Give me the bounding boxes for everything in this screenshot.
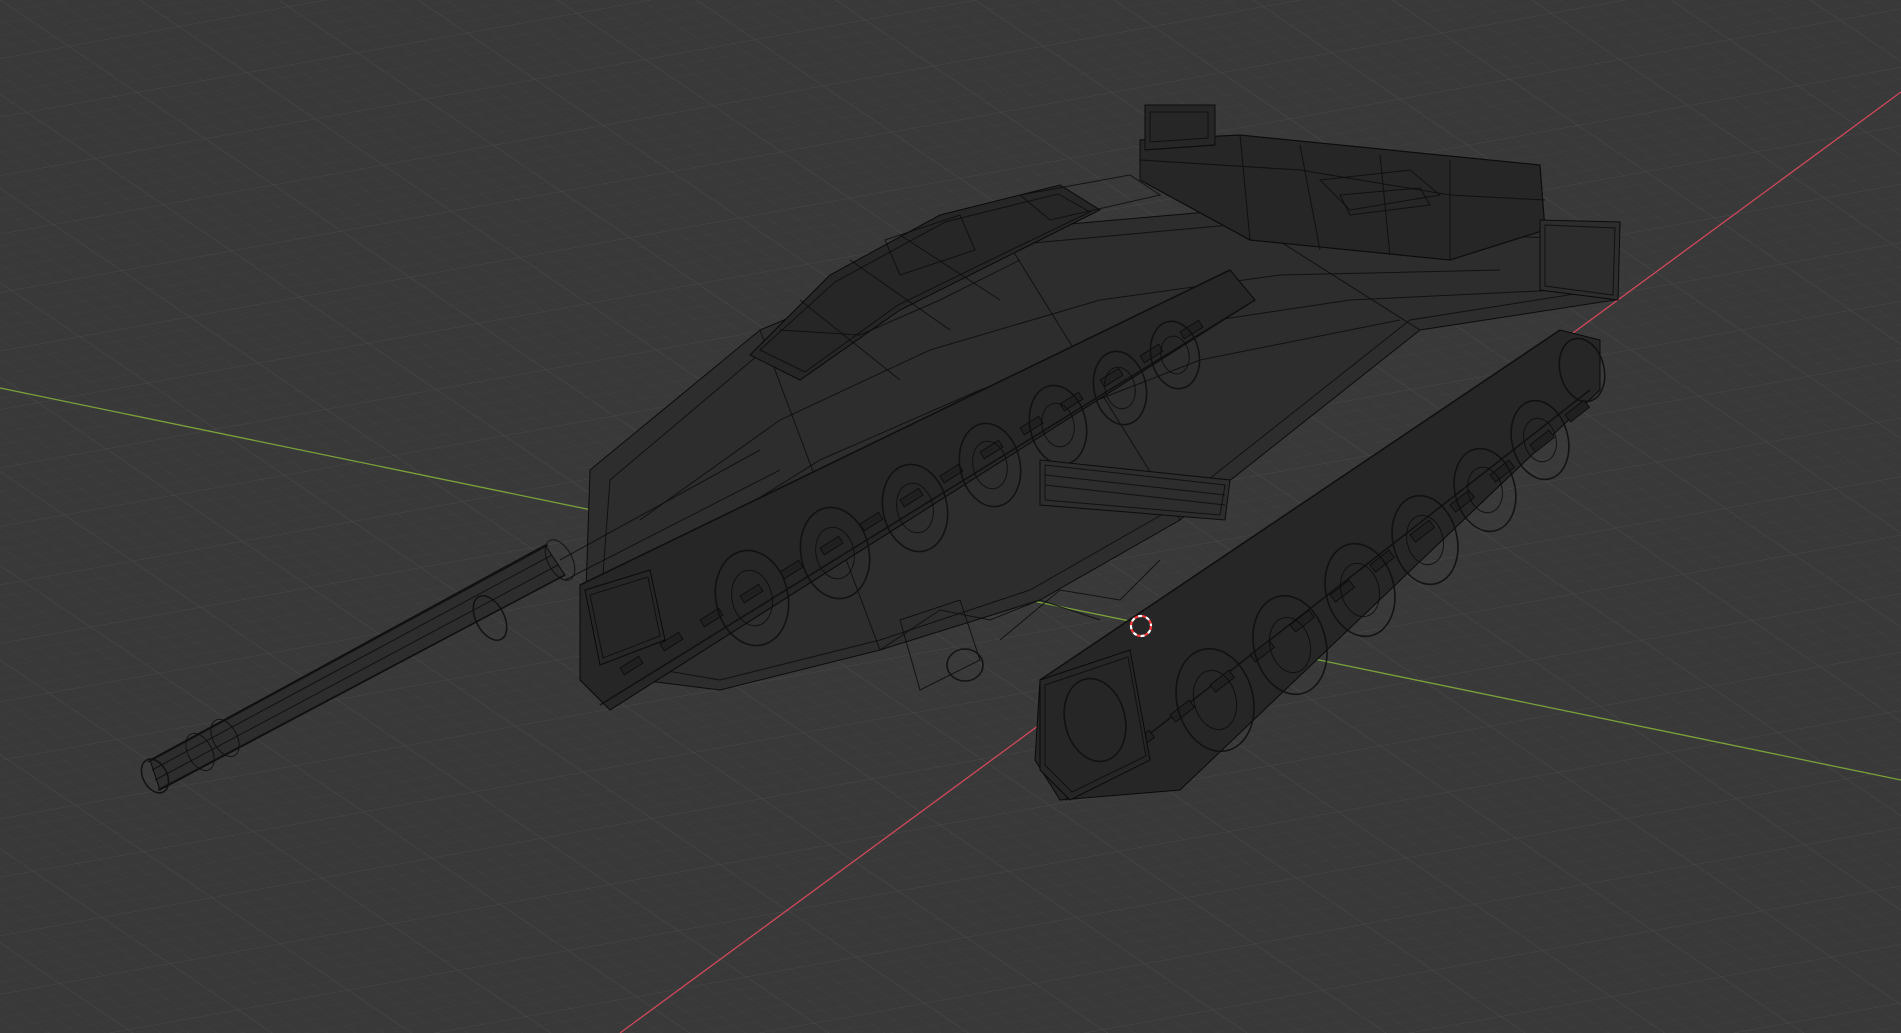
viewport-canvas[interactable] [0,0,1901,1033]
3d-viewport[interactable] [0,0,1901,1033]
